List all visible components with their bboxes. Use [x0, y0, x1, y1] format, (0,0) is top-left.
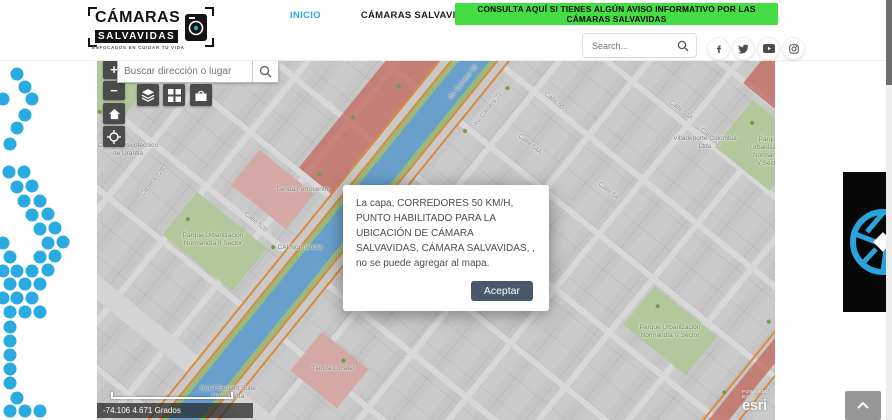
esri-attribution: POWERED BY esri: [742, 390, 775, 413]
layer-error-dialog: La capa, CORREDORES 50 KM/H, PUNTO HABIL…: [343, 185, 549, 311]
poi-label: Parque Urbanización Normandía V Sector: [640, 324, 701, 340]
poi-label: Tienda Ferrocentro: [275, 186, 330, 194]
logo-bracket: [205, 7, 214, 16]
logo-tagline: ENFOCADOS EN CUIDAR TU VIDA: [92, 46, 185, 50]
main-nav: INICIO CÁMARAS SALVAVIDAS: [290, 10, 477, 21]
aperture-icon: [843, 172, 886, 312]
page: CÁMARAS SALVAVIDAS ENFOCADOS EN CUIDAR T…: [0, 0, 892, 420]
map-coordinates: -74.106 4.671 Grados: [97, 403, 253, 418]
logo-bracket: [205, 38, 214, 47]
map-search: [117, 60, 279, 83]
logo-line2: SALVAVIDAS: [95, 30, 178, 43]
layers-icon: [141, 88, 155, 102]
search-icon: [677, 40, 689, 52]
scroll-to-top-button[interactable]: [845, 391, 881, 420]
search-icon: [259, 65, 272, 78]
social-links: [707, 37, 806, 60]
accept-button[interactable]: Aceptar: [471, 281, 533, 301]
poi-label: Parque Urbanización Normandía V Sector: [750, 136, 775, 169]
youtube-button[interactable]: [757, 37, 780, 60]
camera-logo-icon: [185, 14, 207, 41]
basemap-gallery-button[interactable]: [190, 84, 212, 106]
twitter-button[interactable]: [732, 37, 755, 60]
logo-bracket: [88, 7, 97, 16]
poi-label: Tienda Locatel: [312, 365, 354, 373]
zoom-out-button[interactable]: −: [103, 81, 125, 100]
corridor-red-zone: [743, 60, 775, 108]
facebook-button[interactable]: [707, 37, 730, 60]
instagram-button[interactable]: [782, 37, 805, 60]
home-icon: [108, 108, 121, 120]
map-search-button[interactable]: [252, 61, 278, 82]
logo-line1: CÁMARAS: [95, 10, 180, 26]
basemap-grid-icon: [168, 89, 181, 102]
chevron-up-icon: [857, 402, 869, 409]
basemap-button[interactable]: [163, 84, 185, 106]
camera-aperture-panel[interactable]: [843, 172, 886, 312]
esri-logo: esri: [742, 398, 775, 413]
youtube-icon: [763, 44, 775, 53]
layers-button[interactable]: [137, 84, 159, 106]
tree-dot: [505, 85, 511, 91]
instagram-icon: [789, 44, 799, 54]
site-search-input[interactable]: [583, 41, 670, 51]
locate-button[interactable]: [103, 126, 125, 147]
map-scale-bar: [111, 392, 233, 399]
aviso-informativo-banner-button[interactable]: CONSULTA AQUÍ SI TIENES ALGÚN AVISO INFO…: [455, 3, 778, 25]
poi-label: Villadeporte Colombia Ltda: [673, 135, 736, 151]
scrollbar-thumb[interactable]: [886, 0, 892, 85]
site-logo[interactable]: CÁMARAS SALVAVIDAS: [88, 7, 214, 47]
page-scrollbar[interactable]: [886, 0, 892, 420]
dots-decoration: [0, 55, 70, 420]
twitter-icon: [738, 44, 749, 54]
site-search: [582, 33, 697, 58]
facebook-icon: [714, 44, 724, 54]
site-search-button[interactable]: [670, 34, 696, 57]
poi-label: Parque Urbanización Normandía II Sector: [183, 232, 244, 248]
nav-item-inicio[interactable]: INICIO: [290, 10, 321, 21]
basemap-gallery-icon: [194, 89, 208, 102]
map-search-input[interactable]: [118, 61, 252, 82]
tree-dot: [766, 319, 772, 325]
dialog-message: La capa, CORREDORES 50 KM/H, PUNTO HABIL…: [356, 196, 536, 271]
site-header: CÁMARAS SALVAVIDAS ENFOCADOS EN CUIDAR T…: [0, 0, 892, 61]
home-button[interactable]: [103, 103, 125, 124]
logo-text: CÁMARAS SALVAVIDAS: [95, 10, 180, 44]
poi-label: CAI Normandía: [278, 244, 323, 252]
locate-icon: [107, 130, 121, 144]
